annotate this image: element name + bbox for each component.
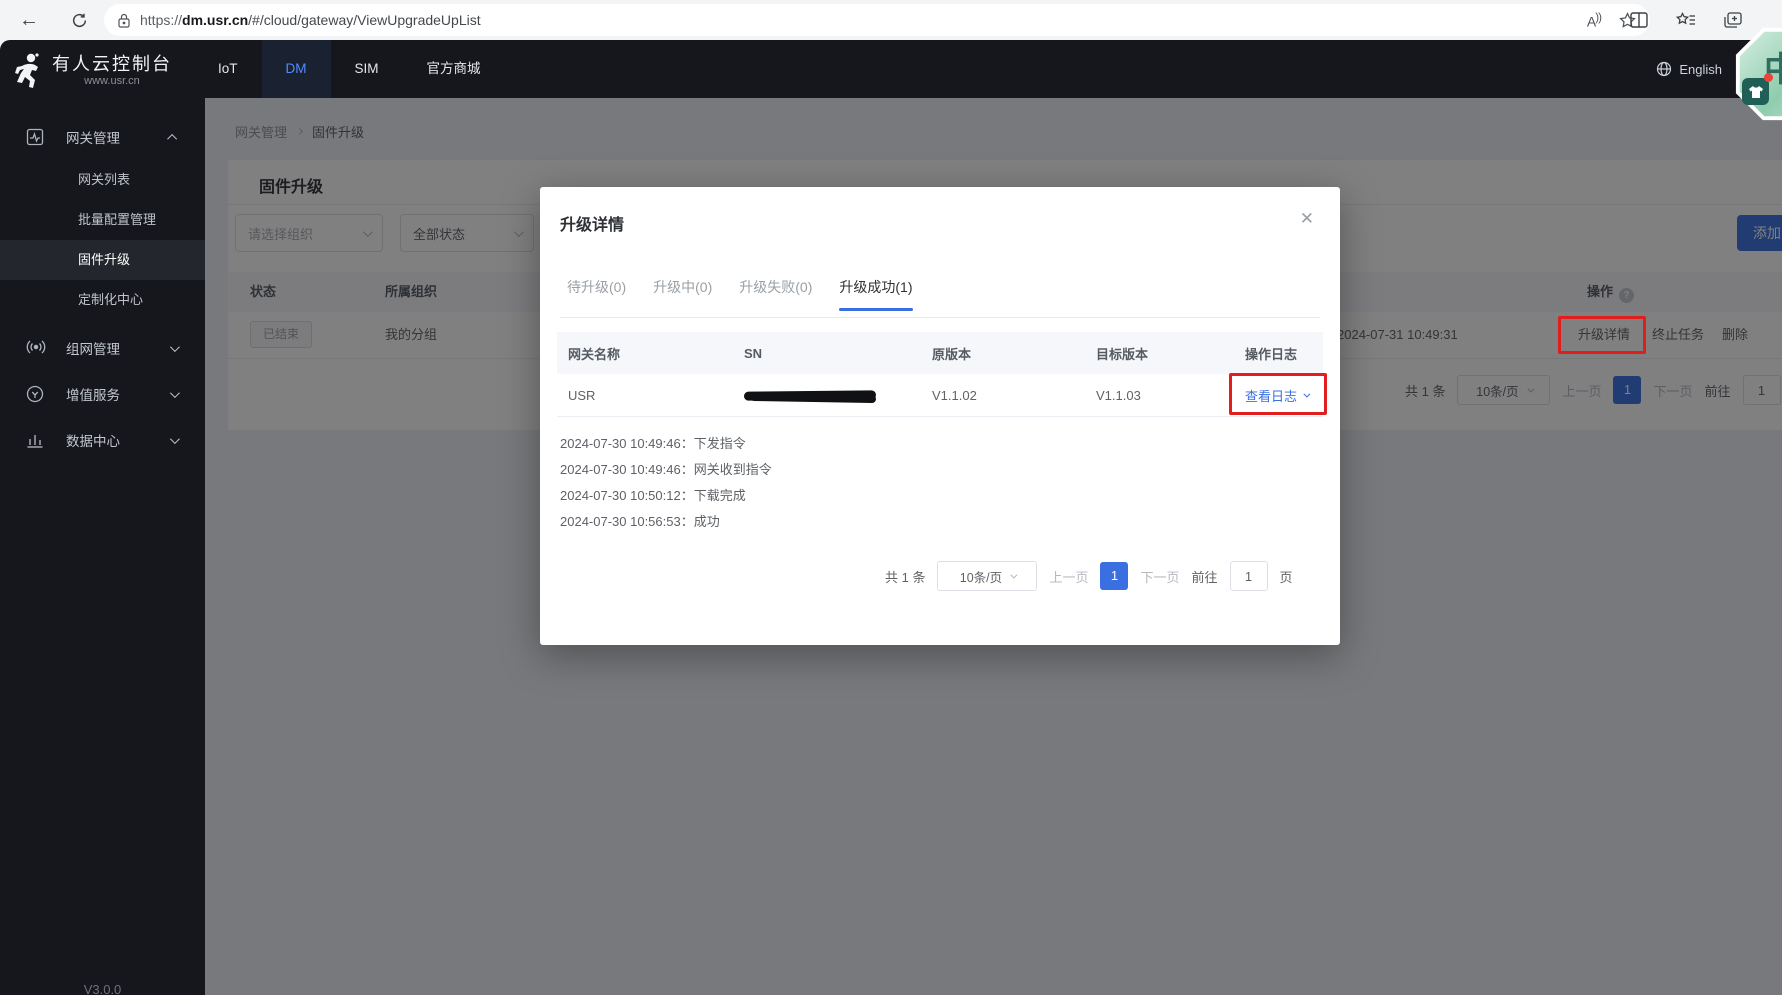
current-page-button[interactable]: 1: [1100, 562, 1128, 590]
sidebar-item-gateway-list[interactable]: 网关列表: [0, 160, 205, 200]
modal-table-header: 网关名称 SN 原版本 目标版本 操作日志: [557, 332, 1323, 374]
shirt-icon: [1742, 78, 1769, 105]
upgrade-log-list: 2024-07-30 10:49:46：下发指令 2024-07-30 10:4…: [560, 431, 772, 535]
column-sn: SN: [733, 346, 921, 361]
log-entry: 2024-07-30 10:49:46：下发指令: [560, 431, 772, 457]
sidebar-group-gateway[interactable]: 网关管理: [0, 114, 205, 160]
sidebar-item-firmware-upgrade[interactable]: 固件升级: [0, 240, 205, 280]
original-version-cell: V1.1.02: [921, 388, 1085, 403]
modal-table: 网关名称 SN 原版本 目标版本 操作日志 USR V1.1.02 V1.1.0…: [557, 332, 1323, 417]
value-added-icon: [26, 385, 44, 403]
modal-tabs: 待升级(0) 升级中(0) 升级失败(0) 升级成功(1): [567, 277, 940, 311]
lock-icon: [118, 13, 130, 28]
notification-dot: [1764, 73, 1773, 82]
sidebar-item-customization[interactable]: 定制化中心: [0, 280, 205, 320]
log-entry: 2024-07-30 10:49:46：网关收到指令: [560, 457, 772, 483]
sn-redaction-bar: [744, 390, 876, 400]
data-center-icon: [26, 431, 44, 449]
column-gateway-name: 网关名称: [557, 344, 733, 363]
version-label: V3.0.0: [0, 982, 205, 995]
floating-widget-badge[interactable]: 中: [1734, 26, 1782, 122]
modal-table-row: USR V1.1.02 V1.1.03 查看日志: [557, 374, 1323, 417]
sn-cell: [733, 391, 921, 400]
sidebar: 网关管理 网关列表 批量配置管理 固件升级 定制化中心 组网管理 增值服务 数据…: [0, 98, 205, 995]
sidebar-group-label: 网关管理: [66, 127, 120, 147]
target-version-cell: V1.1.03: [1085, 388, 1234, 403]
gateway-name-cell: USR: [557, 388, 733, 403]
annotation-box-view-log: [1229, 373, 1327, 415]
app-title: 有人云控制台: [52, 53, 172, 75]
log-entry: 2024-07-30 10:50:12：下载完成: [560, 483, 772, 509]
divider: [560, 317, 1320, 318]
sidebar-group-label: 增值服务: [66, 384, 120, 404]
nav-tab-iot[interactable]: IoT: [194, 40, 262, 98]
modal-pagination: 共 1 条 10条/页 上一页 1 下一页 前往 页: [885, 561, 1293, 591]
address-bar[interactable]: https://dm.usr.cn/#/cloud/gateway/ViewUp…: [104, 4, 1650, 36]
close-icon[interactable]: ✕: [1300, 209, 1314, 229]
log-entry: 2024-07-30 10:56:53：成功: [560, 509, 772, 535]
page-unit-label: 页: [1280, 567, 1293, 586]
nav-tab-mall[interactable]: 官方商城: [403, 40, 505, 98]
nav-tab-dm[interactable]: DM: [262, 40, 331, 98]
browser-toolbar: ← https://dm.usr.cn/#/cloud/gateway/View…: [0, 0, 1782, 40]
language-label: English: [1679, 62, 1722, 77]
logo[interactable]: 有人云控制台 www.usr.cn: [14, 50, 172, 88]
globe-icon: [1656, 61, 1672, 77]
sidebar-group-networking[interactable]: 组网管理: [0, 325, 205, 371]
tab-pending[interactable]: 待升级(0): [567, 277, 626, 311]
sidebar-item-batch-config[interactable]: 批量配置管理: [0, 200, 205, 240]
app-navbar: 有人云控制台 www.usr.cn IoT DM SIM 官方商城 Englis…: [0, 40, 1782, 98]
tab-success[interactable]: 升级成功(1): [839, 277, 912, 311]
chevron-up-icon: [167, 133, 177, 143]
tab-upgrading[interactable]: 升级中(0): [653, 277, 712, 311]
usr-logo-icon: [14, 52, 44, 88]
url-text: https://dm.usr.cn/#/cloud/gateway/ViewUp…: [140, 12, 481, 28]
tab-failed[interactable]: 升级失败(0): [739, 277, 812, 311]
column-original-version: 原版本: [921, 344, 1085, 363]
prev-page-button[interactable]: 上一页: [1049, 567, 1088, 586]
column-operation-log: 操作日志: [1234, 344, 1323, 363]
refresh-icon[interactable]: [62, 3, 96, 37]
network-icon: [26, 339, 44, 357]
read-aloud-icon[interactable]: A)): [1587, 11, 1601, 30]
next-page-button[interactable]: 下一页: [1140, 567, 1179, 586]
upgrade-detail-modal: 升级详情 ✕ 待升级(0) 升级中(0) 升级失败(0) 升级成功(1) 网关名…: [540, 187, 1340, 645]
favorites-bar-icon[interactable]: [1676, 12, 1696, 28]
app-subtitle: www.usr.cn: [52, 75, 172, 88]
annotation-box-upgrade-detail: [1558, 316, 1646, 354]
chevron-down-icon: [170, 388, 180, 398]
chevron-down-icon: [170, 434, 180, 444]
nav-tabs: IoT DM SIM 官方商城: [194, 40, 505, 98]
goto-label: 前往: [1192, 567, 1218, 586]
back-icon[interactable]: ←: [12, 3, 46, 37]
language-switch[interactable]: English: [1656, 40, 1722, 98]
column-target-version: 目标版本: [1085, 344, 1234, 363]
sidebar-group-label: 数据中心: [66, 430, 120, 450]
sidebar-group-value-added[interactable]: 增值服务: [0, 371, 205, 417]
gateway-icon: [26, 128, 44, 146]
chevron-down-icon: [1011, 571, 1018, 578]
modal-title: 升级详情: [560, 211, 624, 235]
sidebar-group-label: 组网管理: [66, 338, 120, 358]
chevron-down-icon: [170, 342, 180, 352]
pagination-total: 共 1 条: [885, 567, 925, 586]
page-size-select[interactable]: 10条/页: [937, 561, 1037, 591]
split-screen-icon[interactable]: [1630, 12, 1648, 28]
nav-tab-sim[interactable]: SIM: [331, 40, 403, 98]
goto-page-input[interactable]: [1230, 561, 1268, 591]
sidebar-group-data-center[interactable]: 数据中心: [0, 417, 205, 463]
web-page: 有人云控制台 www.usr.cn IoT DM SIM 官方商城 Englis…: [0, 40, 1782, 995]
